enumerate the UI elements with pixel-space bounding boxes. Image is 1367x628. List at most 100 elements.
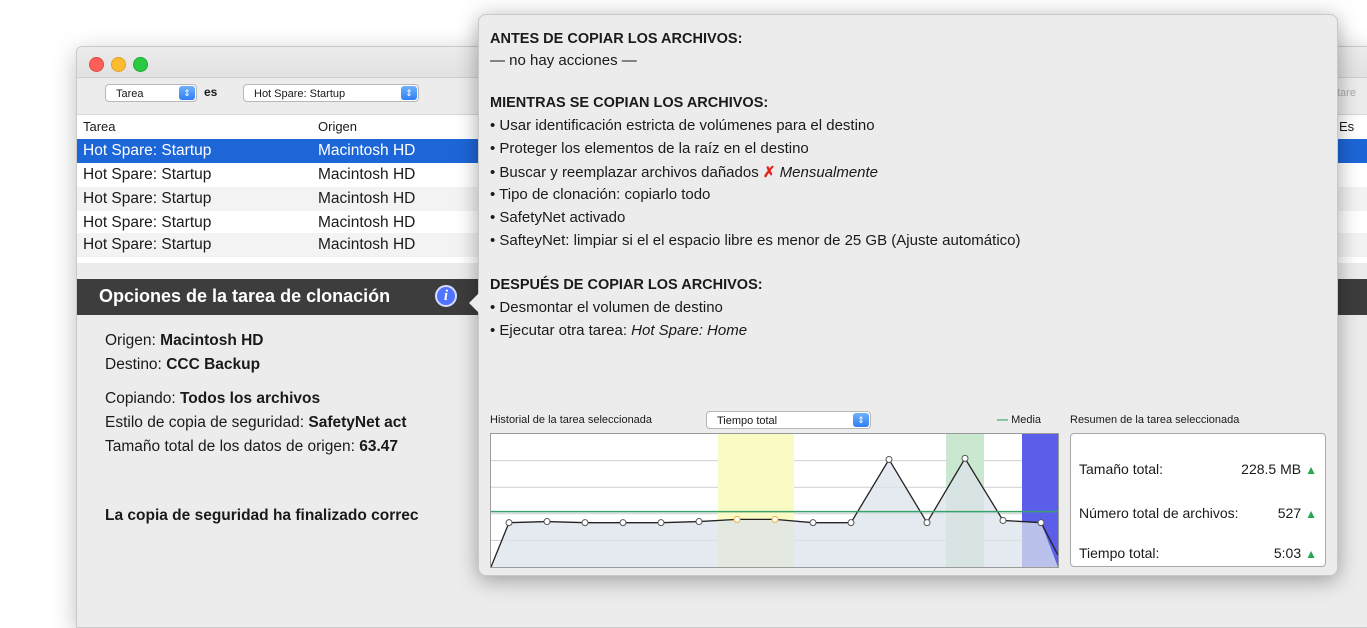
copying-label: Copiando: [105,390,176,407]
destination-line: Destino: CCC Backup [105,356,260,374]
after-item-text: • Ejecutar otra tarea: [490,322,632,339]
row-task: Hot Spare: Startup [83,190,212,207]
average-line-icon: — [997,414,1008,426]
search-field-fragment[interactable]: tare [1337,87,1356,99]
history-point [847,519,855,527]
summary-box: Tamaño total: 228.5 MB ▲ Número total de … [1070,433,1326,567]
up-triangle-icon: ▲ [1305,507,1317,521]
summary-value: 228.5 MB [1241,461,1302,477]
row-task: Hot Spare: Startup [83,236,212,253]
row-source: Macintosh HD [318,236,416,253]
zoom-window-button[interactable] [133,57,148,72]
summary-value-wrap: 5:03 ▲ [1274,545,1317,561]
history-point [505,519,513,527]
x-mark-icon: ✗ [762,164,776,181]
during-item: • Usar identificación estricta de volúme… [490,117,875,134]
history-point [961,454,969,462]
row-source: Macintosh HD [318,190,416,207]
destination-value: CCC Backup [166,356,261,373]
history-chart [490,433,1060,568]
source-value: Macintosh HD [160,332,264,349]
source-size-label: Tamaño total de los datos de origen: [105,438,355,455]
summary-label: Resumen de la tarea seleccionada [1070,414,1240,426]
summary-value: 5:03 [1273,545,1302,561]
up-triangle-icon: ▲ [1305,463,1317,477]
history-point [619,519,627,527]
copying-value: Todos los archivos [179,390,321,407]
filter-field-select[interactable]: Tarea ⇕ [105,84,197,102]
history-point [999,516,1007,524]
average-legend: — Media [997,414,1041,426]
up-triangle-icon: ▲ [1305,547,1317,561]
summary-row: Tiempo total: 5:03 ▲ [1079,545,1317,561]
chevron-updown-icon: ⇕ [179,86,195,100]
options-title: Opciones de la tarea de clonación [99,286,391,306]
before-heading: ANTES DE COPIAR LOS ARCHIVOS: [490,31,743,47]
history-label: Historial de la tarea seleccionada [490,414,653,426]
row-task: Hot Spare: Startup [83,214,212,231]
source-line: Origen: Macintosh HD [105,332,264,350]
after-item: • Ejecutar otra tarea: Hot Spare: Home [490,322,747,339]
chevron-updown-icon: ⇕ [853,413,869,427]
summary-value-wrap: 228.5 MB ▲ [1241,461,1317,477]
repair-frequency: Mensualmente [779,164,879,181]
info-icon[interactable]: i [435,285,457,307]
filter-value-select[interactable]: Hot Spare: Startup ⇕ [243,84,419,102]
summary-label-text: Número total de archivos: [1079,505,1239,521]
filter-operator: es [204,85,218,99]
history-chart-svg [490,434,1060,568]
close-window-button[interactable] [89,57,104,72]
history-point [809,519,817,527]
during-item: • Tipo de clonación: copiarlo todo [490,186,711,203]
column-header-task[interactable]: Tarea [83,119,116,134]
history-point [923,519,931,527]
chevron-updown-icon: ⇕ [401,86,417,100]
summary-row: Número total de archivos: 527 ▲ [1079,505,1317,521]
row-task: Hot Spare: Startup [83,142,212,159]
source-label: Origen: [105,332,156,349]
backup-status: La copia de seguridad ha finalizado corr… [105,507,419,524]
destination-label: Destino: [105,356,162,373]
before-none: — no hay acciones — [490,52,637,69]
summary-row: Tamaño total: 228.5 MB ▲ [1079,461,1317,477]
after-heading: DESPUÉS DE COPIAR LOS ARCHIVOS: [490,277,763,293]
average-label: Media [1011,414,1042,426]
history-point [657,519,665,527]
during-item: • SafteyNet: limpiar si el el espacio li… [490,232,1021,249]
during-item: • SafetyNet activado [490,209,626,226]
summary-value-wrap: 527 ▲ [1278,505,1317,521]
copying-line: Copiando: Todos los archivos [105,390,320,408]
task-details-popover: ANTES DE COPIAR LOS ARCHIVOS: — no hay a… [469,14,1338,576]
history-point [581,519,589,527]
column-header-status[interactable]: Es [1339,119,1354,134]
during-item: • Proteger los elementos de la raíz en e… [490,140,809,157]
history-metric-select[interactable]: Tiempo total ⇕ [706,411,871,429]
during-item-text: • Buscar y reemplazar archivos dañados [490,164,759,181]
history-point [771,515,779,523]
history-point [885,455,893,463]
filter-field-value: Tarea [116,88,144,100]
source-size-line: Tamaño total de los datos de origen: 63.… [105,438,398,456]
filter-value-text: Hot Spare: Startup [254,88,346,100]
during-item: • Buscar y reemplazar archivos dañados ✗… [490,163,878,181]
backup-style-label: Estilo de copia de seguridad: [105,414,305,431]
row-source: Macintosh HD [318,142,416,159]
popover-arrow [469,293,479,313]
during-heading: MIENTRAS SE COPIAN LOS ARCHIVOS: [490,95,769,111]
history-point [695,518,703,526]
backup-style-line: Estilo de copia de seguridad: SafetyNet … [105,414,407,432]
history-point [733,515,741,523]
row-task: Hot Spare: Startup [83,166,212,183]
minimize-window-button[interactable] [111,57,126,72]
history-point [543,518,551,526]
history-point [1037,519,1045,527]
history-metric-value: Tiempo total [717,415,778,427]
summary-label-text: Tiempo total: [1079,545,1160,561]
column-header-source[interactable]: Origen [318,119,357,134]
summary-label-text: Tamaño total: [1079,461,1164,477]
row-source: Macintosh HD [318,214,416,231]
source-size-value: 63.47 [359,438,398,455]
row-source: Macintosh HD [318,166,416,183]
after-task-name: Hot Spare: Home [631,322,748,339]
backup-style-value: SafetyNet act [308,414,407,431]
